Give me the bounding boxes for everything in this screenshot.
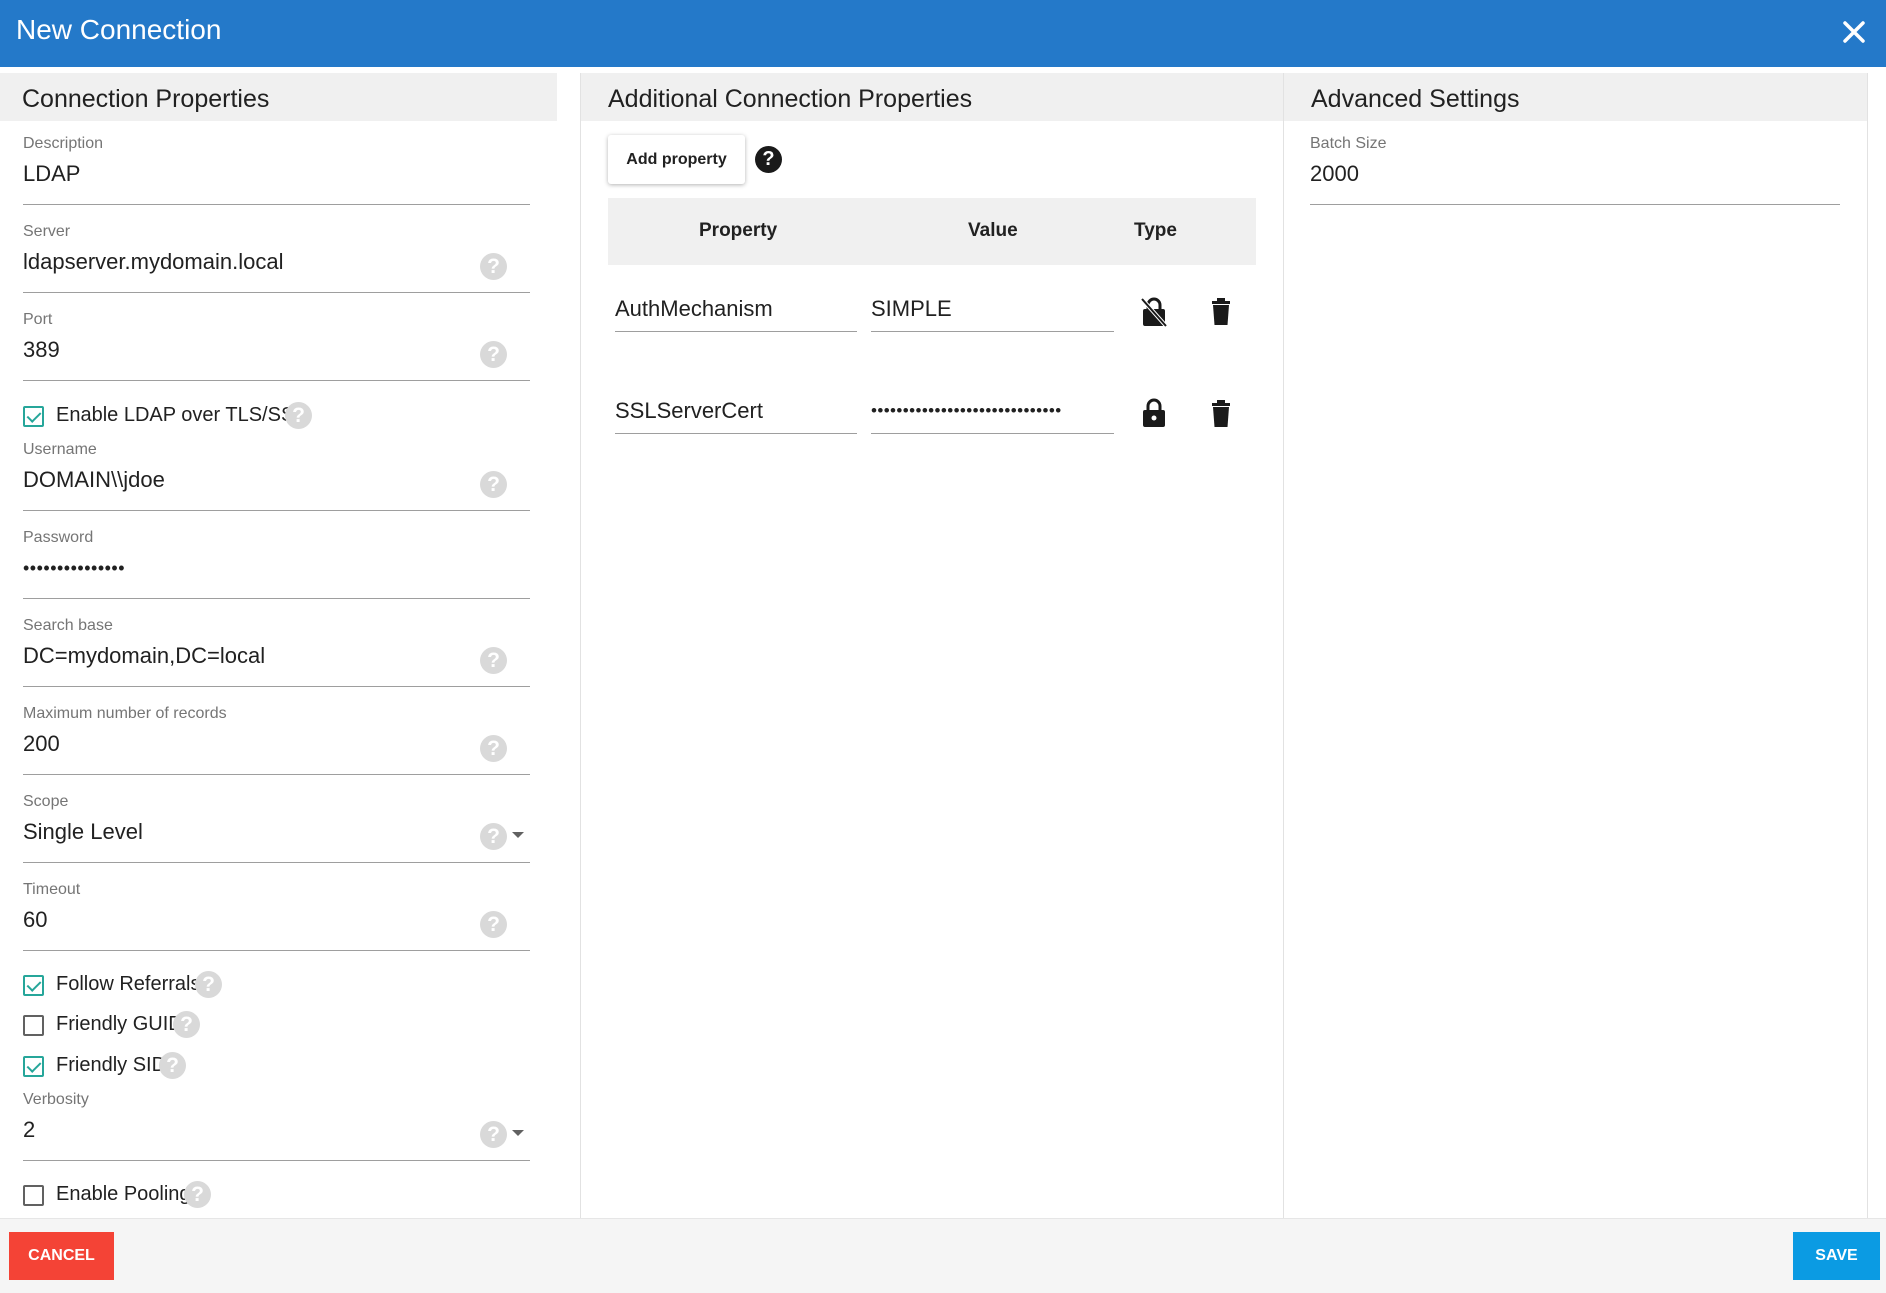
friendly-sid-label: Friendly SID xyxy=(56,1054,167,1076)
follow-referrals-label: Follow Referrals xyxy=(56,973,201,995)
scope-help-icon[interactable]: ? xyxy=(480,823,507,850)
property-value-input[interactable]: •••••••••••••••••••••••••••••• xyxy=(871,398,1114,434)
password-label: Password xyxy=(23,529,94,546)
max-records-value[interactable]: 200 xyxy=(23,731,60,757)
description-label: Description xyxy=(23,135,104,152)
enable-tls-help-icon[interactable]: ? xyxy=(285,402,312,429)
lock-icon[interactable] xyxy=(1141,398,1167,433)
friendly-sid-help-icon[interactable]: ? xyxy=(159,1052,186,1079)
friendly-guid-label: Friendly GUID xyxy=(56,1013,183,1035)
timeout-value[interactable]: 60 xyxy=(23,907,47,933)
username-value[interactable]: DOMAIN\\jdoe xyxy=(23,467,165,493)
friendly-guid-help-icon[interactable]: ? xyxy=(173,1011,200,1038)
port-help-icon[interactable]: ? xyxy=(480,341,507,368)
password-field[interactable]: Password ••••••••••••••• xyxy=(23,529,530,599)
column-header-type: Type xyxy=(1134,220,1177,241)
description-value[interactable]: LDAP xyxy=(23,161,80,187)
follow-referrals-help-icon[interactable]: ? xyxy=(195,971,222,998)
port-value[interactable]: 389 xyxy=(23,337,60,363)
max-records-help-icon[interactable]: ? xyxy=(480,735,507,762)
description-field[interactable]: Description LDAP xyxy=(23,135,530,205)
follow-referrals-check-icon[interactable] xyxy=(23,975,44,996)
dialog-title-bar: New Connection xyxy=(0,0,1886,67)
column-header-property: Property xyxy=(699,220,778,241)
batch-size-label: Batch Size xyxy=(1310,135,1387,152)
scope-value[interactable]: Single Level xyxy=(23,819,143,845)
dialog-footer xyxy=(0,1218,1886,1293)
delete-icon[interactable] xyxy=(1209,400,1233,433)
advanced-settings-header: Advanced Settings xyxy=(1284,73,1867,121)
scope-select[interactable]: Scope Single Level ? xyxy=(23,793,530,863)
property-name-input[interactable]: SSLServerCert xyxy=(615,398,857,434)
search-base-label: Search base xyxy=(23,617,113,634)
verbosity-help-icon[interactable]: ? xyxy=(480,1121,507,1148)
server-value[interactable]: ldapserver.mydomain.local xyxy=(23,249,283,275)
search-base-field[interactable]: Search base DC=mydomain,DC=local ? xyxy=(23,617,530,687)
timeout-help-icon[interactable]: ? xyxy=(480,911,507,938)
password-value[interactable]: ••••••••••••••• xyxy=(23,558,125,579)
cancel-button[interactable]: CANCEL xyxy=(9,1232,114,1280)
batch-size-field[interactable]: Batch Size 2000 xyxy=(1310,135,1840,205)
server-help-icon[interactable]: ? xyxy=(480,253,507,280)
batch-size-value[interactable]: 2000 xyxy=(1310,161,1359,187)
property-value-input[interactable]: SIMPLE xyxy=(871,296,1114,332)
search-base-help-icon[interactable]: ? xyxy=(480,647,507,674)
enable-pooling-label: Enable Pooling xyxy=(56,1183,191,1205)
chevron-down-icon[interactable] xyxy=(512,1130,524,1136)
column-header-value: Value xyxy=(968,220,1018,241)
enable-pooling-check-icon[interactable] xyxy=(23,1185,44,1206)
close-icon[interactable] xyxy=(1836,14,1872,50)
enable-tls-label: Enable LDAP over TLS/SSL xyxy=(56,404,306,426)
save-button[interactable]: SAVE xyxy=(1793,1232,1880,1280)
dialog-title: New Connection xyxy=(16,14,222,45)
username-field[interactable]: Username DOMAIN\\jdoe ? xyxy=(23,441,530,511)
connection-properties-header: Connection Properties xyxy=(0,73,557,121)
scope-label: Scope xyxy=(23,793,69,810)
add-property-button[interactable]: Add property xyxy=(608,135,745,184)
property-name-input[interactable]: AuthMechanism xyxy=(615,296,857,332)
properties-table-header: Property Value Type xyxy=(608,198,1256,265)
username-help-icon[interactable]: ? xyxy=(480,471,507,498)
search-base-value[interactable]: DC=mydomain,DC=local xyxy=(23,643,265,669)
chevron-down-icon[interactable] xyxy=(512,832,524,838)
port-label: Port xyxy=(23,311,53,328)
delete-icon[interactable] xyxy=(1209,298,1233,331)
friendly-guid-check-icon[interactable] xyxy=(23,1015,44,1036)
enable-pooling-help-icon[interactable]: ? xyxy=(184,1181,211,1208)
friendly-sid-check-icon[interactable] xyxy=(23,1056,44,1077)
advanced-settings-panel: Advanced Settings xyxy=(1283,73,1868,1218)
timeout-field[interactable]: Timeout 60 ? xyxy=(23,881,530,951)
username-label: Username xyxy=(23,441,97,458)
server-field[interactable]: Server ldapserver.mydomain.local ? xyxy=(23,223,530,293)
add-property-help-icon[interactable]: ? xyxy=(755,146,782,173)
server-label: Server xyxy=(23,223,71,240)
timeout-label: Timeout xyxy=(23,881,81,898)
enable-tls-check-icon[interactable] xyxy=(23,406,44,427)
port-field[interactable]: Port 389 ? xyxy=(23,311,530,381)
verbosity-label: Verbosity xyxy=(23,1091,89,1108)
max-records-field[interactable]: Maximum number of records 200 ? xyxy=(23,705,530,775)
verbosity-select[interactable]: Verbosity 2 ? xyxy=(23,1091,530,1161)
verbosity-value[interactable]: 2 xyxy=(23,1117,35,1143)
max-records-label: Maximum number of records xyxy=(23,705,227,722)
additional-properties-header: Additional Connection Properties xyxy=(581,73,1284,121)
unlocked-icon[interactable] xyxy=(1140,297,1168,332)
